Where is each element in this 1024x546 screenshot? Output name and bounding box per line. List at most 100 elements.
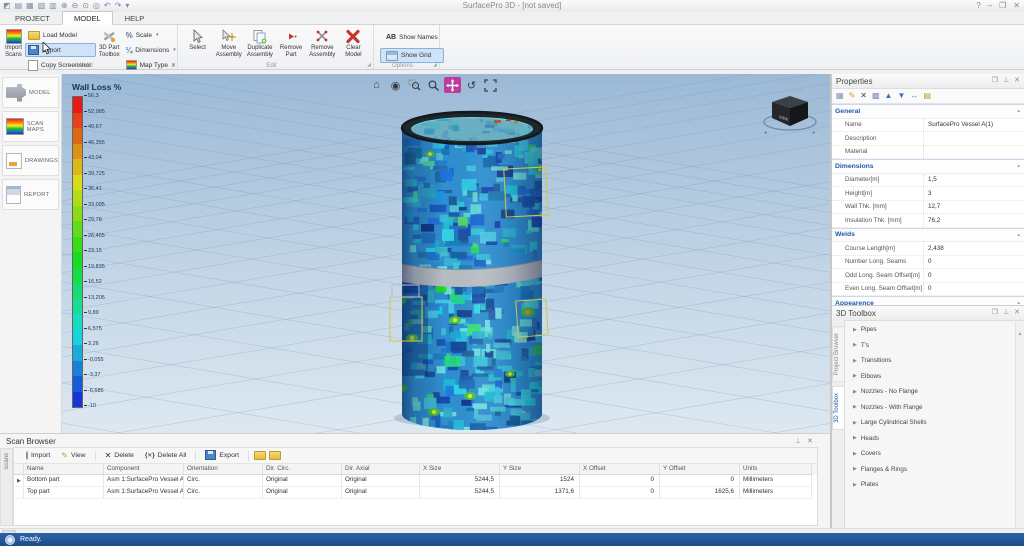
import-button[interactable]: Import [22,451,54,460]
toolbox-item-plates[interactable]: ▶ Plates [845,477,1016,493]
dialog-launcher-icon[interactable]: ◢ [433,62,437,68]
export-button[interactable]: Export [25,43,96,57]
maximize-button[interactable]: ❐ [999,1,1006,11]
move-assembly-button[interactable]: Move Assembly [214,27,243,59]
fit-width-icon[interactable]: ↔ [910,91,918,101]
sidebar-item-scan-maps[interactable]: SCAN MAPS [2,111,59,142]
toolbox-item-elbows[interactable]: ▶ Elbows [845,369,1016,385]
toolbox-item-large-cylindrical-shells[interactable]: ▶ Large Cylindrical Shells [845,415,1016,431]
remove-part-button[interactable]: Remove Part [277,27,306,59]
export-button[interactable]: Export [201,449,243,463]
close-button[interactable]: ✕ [1013,1,1020,11]
dialog-launcher-icon[interactable]: ◢ [367,62,371,68]
rotate-tool-button[interactable]: ↺ [463,77,480,93]
measure-icon[interactable]: ▤ [923,91,931,101]
property-row[interactable]: Number Long. Seams 0 [832,255,1024,269]
delete-all-button[interactable]: {✕} Delete All [141,451,190,460]
property-row[interactable]: Odd Long. Seam Offset[m] 0 [832,269,1024,283]
pin-icon[interactable]: ⊥ [1003,77,1009,85]
toolbox-item-t-s[interactable]: ▶ T's [845,338,1016,354]
property-row[interactable]: Diameter[m] 1,5 [832,173,1024,187]
scale-dropdown[interactable]: % Scale ▾ [123,28,181,42]
import-scans-button[interactable]: Import Scans [5,27,22,59]
ribbon-tab-project[interactable]: PROJECT [4,12,61,24]
3d-part-toolbox-button[interactable]: 3D Part Toolbox [99,27,120,59]
orbit-tool-button[interactable]: ◉ [387,77,404,93]
section-header-general[interactable]: General ▴ [832,104,1024,119]
show-names-toggle[interactable]: AB Show Names [380,30,444,45]
ribbon-tab-help[interactable]: HELP [114,12,156,24]
view-cube[interactable]: SIDE BACK ✛ ✛ [762,87,822,147]
duplicate-assembly-button[interactable]: Duplicate Assembly [245,27,274,59]
scroll-up-icon[interactable]: ▲ [1018,331,1023,337]
collapse-icon[interactable]: ▴ [1017,232,1020,238]
toolbox-item-nozzles-with-flange[interactable]: ▶ Nozzles - With Flange [845,400,1016,416]
pin-icon[interactable]: ⊥ [795,437,801,445]
save-map-icon[interactable] [269,447,282,465]
zoom-window-tool-button[interactable] [406,77,423,93]
tab-project-browser[interactable]: Project Browser [832,326,844,383]
minimize-button[interactable]: – [988,1,992,11]
property-row[interactable]: Description [832,132,1024,146]
table-view-icon[interactable]: ▩ [872,91,880,101]
sidebar-item-drawings[interactable]: DRAWINGS [2,145,59,176]
fit-tool-button[interactable] [482,77,499,93]
property-row[interactable]: Material [832,145,1024,159]
zoom-tool-button[interactable] [425,77,442,93]
column-header-dir-circ-[interactable]: Dir. Circ. [263,464,342,475]
ribbon-tab-model[interactable]: MODEL [62,11,113,25]
move-up-icon[interactable]: ▲ [885,91,893,101]
vessel-model[interactable] [389,110,550,433]
column-header-component[interactable]: Component [104,464,184,475]
pan-tool-button[interactable] [444,77,461,93]
scans-side-tab[interactable]: Scans [0,448,13,526]
column-header-x-offset[interactable]: X Offset [580,464,660,475]
delete-button[interactable]: ✕ Delete [101,450,138,461]
column-header-x-size[interactable]: X Size [420,464,500,475]
remove-assembly-button[interactable]: Remove Assembly [308,27,337,59]
toolbox-item-pipes[interactable]: ▶ Pipes [845,322,1016,338]
maximize-panel-icon[interactable]: ❐ [992,309,998,317]
column-header-dir-axial[interactable]: Dir. Axial [342,464,420,475]
toolbox-item-transitions[interactable]: ▶ Transitions [845,353,1016,369]
property-row[interactable]: Insulation Thk. [mm] 76,2 [832,214,1024,228]
pin-icon[interactable]: ⊥ [1003,309,1009,317]
table-row[interactable]: ▶ Bottom part Asm 1:SurfacePro Vessel A(1)… [14,475,817,487]
collapse-icon[interactable]: ▴ [1017,163,1020,169]
column-header-orientation[interactable]: Orientation [184,464,263,475]
table-row[interactable]: Top part Asm 1:SurfacePro Vessel A(1) Circ… [14,487,817,499]
column-header-name[interactable]: Name [24,464,104,475]
close-icon[interactable]: ✕ [1014,77,1020,85]
property-row[interactable]: Even Long. Seam Offset[m] 0 [832,282,1024,296]
edit-item-icon[interactable]: ✎ [849,91,856,101]
select-button[interactable]: Select [183,27,212,52]
property-row[interactable]: Height[m] 3 [832,187,1024,201]
show-grid-toggle[interactable]: Show Grid [380,48,444,63]
column-header-y-offset[interactable]: Y Offset [660,464,740,475]
move-down-icon[interactable]: ▼ [897,91,905,101]
section-header-dimensions[interactable]: Dimensions ▴ [832,159,1024,174]
column-header-units[interactable]: Units [740,464,812,475]
toolbox-item-nozzles-no-flange[interactable]: ▶ Nozzles - No Flange [845,384,1016,400]
property-row[interactable]: Course Length[m] 2,438 [832,242,1024,256]
maximize-panel-icon[interactable]: ❐ [992,77,998,85]
help-button[interactable]: ? [976,1,980,11]
dialog-launcher-icon[interactable]: ◢ [171,62,175,68]
3d-viewport[interactable]: ⌂ ◉ ↺ Wall Loss % 56,3 52,985 49,67 46,355 43,… [62,74,830,433]
toolbox-scrollbar[interactable]: ▲ [1015,322,1024,528]
column-header-y-size[interactable]: Y Size [500,464,580,475]
toolbox-item-heads[interactable]: ▶ Heads [845,431,1016,447]
clear-model-button[interactable]: Clear Model [339,27,368,59]
close-icon[interactable]: ✕ [807,437,813,445]
property-row[interactable]: Wall Thk. [mm] 12,7 [832,200,1024,214]
view-button[interactable]: ✎ View [57,450,89,461]
property-row[interactable]: Name SurfacePro Vessel A(1) [832,118,1024,132]
section-header-welds[interactable]: Welds ▴ [832,227,1024,242]
toolbox-item-flanges-rings[interactable]: ▶ Flanges & Rings [845,462,1016,478]
sidebar-item-model[interactable]: MODEL [2,77,59,108]
home-tool-button[interactable]: ⌂ [368,77,385,93]
delete-item-icon[interactable]: ✕ [860,91,867,101]
load-model-button[interactable]: Load Model [25,28,96,42]
toolbox-item-covers[interactable]: ▶ Covers [845,446,1016,462]
copy-map-icon[interactable] [254,447,267,465]
